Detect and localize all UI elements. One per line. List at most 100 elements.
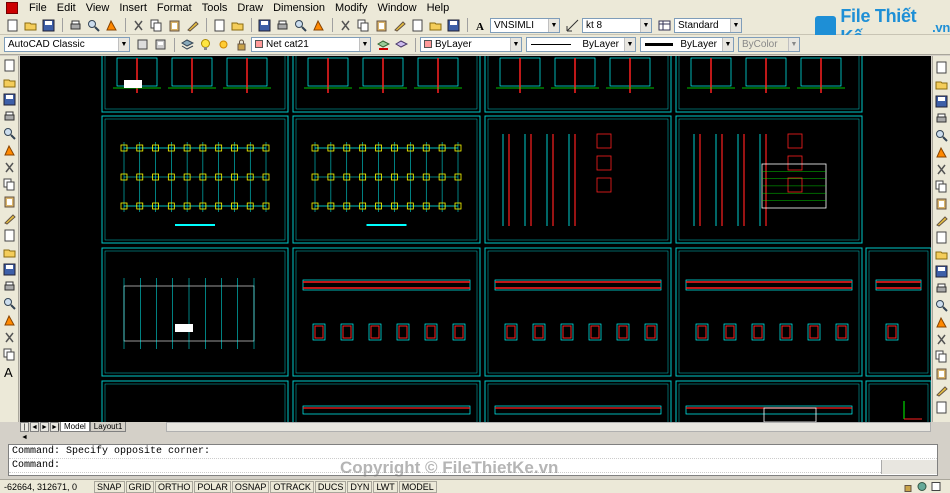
zoom-realtime-icon[interactable] bbox=[274, 18, 290, 33]
menu-draw[interactable]: Draw bbox=[232, 0, 268, 16]
point-icon[interactable] bbox=[1, 279, 17, 294]
lineweight-control-select[interactable]: ByLayer ▼ bbox=[640, 37, 734, 52]
offset-icon[interactable] bbox=[934, 111, 950, 126]
move-icon[interactable] bbox=[934, 145, 950, 160]
mirror-icon[interactable] bbox=[934, 94, 950, 109]
chevron-down-icon[interactable]: ▼ bbox=[118, 38, 129, 51]
menu-modify[interactable]: Modify bbox=[330, 0, 372, 16]
rotate-icon[interactable] bbox=[934, 162, 950, 177]
status-toggle-grid[interactable]: GRID bbox=[125, 480, 155, 493]
fillet-icon[interactable] bbox=[934, 315, 950, 330]
clean-screen-icon[interactable] bbox=[930, 481, 942, 493]
horizontal-scrollbar[interactable] bbox=[166, 422, 931, 432]
trim-icon[interactable] bbox=[934, 213, 950, 228]
tab-last-icon[interactable]: ►| bbox=[50, 422, 60, 432]
layer-previous-icon[interactable] bbox=[393, 37, 409, 52]
status-toggle-ducs[interactable]: DUCS bbox=[314, 480, 347, 493]
workspace-select[interactable]: AutoCAD Classic ▼ bbox=[4, 37, 130, 52]
status-toggle-otrack[interactable]: OTRACK bbox=[270, 480, 314, 493]
menu-insert[interactable]: Insert bbox=[114, 0, 152, 16]
text-style-icon[interactable]: A bbox=[472, 18, 488, 33]
tab-prev-icon[interactable]: ◄ bbox=[30, 422, 39, 432]
circle-icon[interactable] bbox=[1, 160, 17, 175]
polygon-icon[interactable] bbox=[1, 109, 17, 124]
undo-icon[interactable] bbox=[211, 18, 227, 33]
chamfer-icon[interactable] bbox=[934, 298, 950, 313]
copy-object-icon[interactable] bbox=[934, 77, 950, 92]
color-control-select[interactable]: ByLayer ▼ bbox=[420, 37, 522, 52]
erase-icon[interactable] bbox=[934, 60, 950, 75]
menu-view[interactable]: View bbox=[81, 0, 115, 16]
ellipse-arc-icon[interactable] bbox=[1, 228, 17, 243]
status-toggle-lwt[interactable]: LWT bbox=[373, 480, 398, 493]
construction-line-icon[interactable] bbox=[1, 75, 17, 90]
workspace-save-icon[interactable] bbox=[152, 37, 168, 52]
join-icon[interactable] bbox=[934, 281, 950, 296]
array-icon[interactable] bbox=[934, 128, 950, 143]
layer-on-bulb-icon[interactable] bbox=[197, 37, 213, 52]
match-icon[interactable] bbox=[184, 18, 200, 33]
polyline-icon[interactable] bbox=[1, 92, 17, 107]
layer-manager-icon[interactable] bbox=[179, 37, 195, 52]
chevron-down-icon[interactable]: ▼ bbox=[359, 38, 370, 51]
break-icon[interactable] bbox=[934, 264, 950, 279]
design-center-icon[interactable] bbox=[355, 18, 371, 33]
layer-lock-icon[interactable] bbox=[233, 37, 249, 52]
status-toggle-osnap[interactable]: OSNAP bbox=[231, 480, 270, 493]
chevron-down-icon[interactable]: ▼ bbox=[730, 18, 741, 32]
extend-icon[interactable] bbox=[934, 230, 950, 245]
menu-dimension[interactable]: Dimension bbox=[268, 0, 330, 16]
tab-model[interactable]: Model bbox=[60, 422, 90, 432]
table-icon[interactable] bbox=[1, 347, 17, 362]
menu-tools[interactable]: Tools bbox=[197, 0, 233, 16]
layer-select[interactable]: Net cat21 ▼ bbox=[251, 37, 371, 52]
print-icon[interactable] bbox=[67, 18, 83, 33]
chevron-down-icon[interactable]: ▼ bbox=[548, 18, 559, 32]
workspace-settings-icon[interactable] bbox=[134, 37, 150, 52]
command-scrollbar[interactable] bbox=[881, 460, 937, 474]
spline-icon[interactable] bbox=[1, 194, 17, 209]
chevron-down-icon[interactable]: ▼ bbox=[624, 38, 635, 51]
stretch-icon[interactable] bbox=[934, 196, 950, 211]
revision-cloud-icon[interactable] bbox=[1, 177, 17, 192]
zoom-previous-icon[interactable] bbox=[310, 18, 326, 33]
tab-first-icon[interactable]: |◄ bbox=[20, 422, 29, 441]
bring-above-icon[interactable] bbox=[934, 383, 950, 398]
make-block-icon[interactable] bbox=[1, 262, 17, 277]
table-style-icon[interactable] bbox=[656, 18, 672, 33]
hatch-icon[interactable] bbox=[1, 296, 17, 311]
status-toggle-polar[interactable]: POLAR bbox=[194, 480, 231, 493]
table-style-select[interactable]: Standard ▼ bbox=[674, 17, 742, 33]
lock-toolbar-icon[interactable] bbox=[902, 481, 914, 493]
explode-icon[interactable] bbox=[934, 332, 950, 347]
status-toggle-dyn[interactable]: DYN bbox=[347, 480, 373, 493]
region-icon[interactable] bbox=[1, 330, 17, 345]
menu-help[interactable]: Help bbox=[422, 0, 455, 16]
cut-icon[interactable] bbox=[130, 18, 146, 33]
copy-icon[interactable] bbox=[148, 18, 164, 33]
dimension-style-icon[interactable] bbox=[564, 18, 580, 33]
menu-window[interactable]: Window bbox=[372, 0, 421, 16]
menu-file[interactable]: File bbox=[24, 0, 52, 16]
linetype-control-select[interactable]: ByLayer ▼ bbox=[526, 37, 636, 52]
chevron-down-icon[interactable]: ▼ bbox=[722, 38, 733, 51]
chevron-down-icon[interactable]: ▼ bbox=[510, 38, 521, 51]
make-layer-current-icon[interactable] bbox=[375, 37, 391, 52]
markup-icon[interactable] bbox=[409, 18, 425, 33]
open-icon[interactable] bbox=[22, 18, 38, 33]
zoom-window-icon[interactable] bbox=[292, 18, 308, 33]
communication-center-icon[interactable] bbox=[916, 481, 928, 493]
preview-icon[interactable] bbox=[85, 18, 101, 33]
rectangle-icon[interactable] bbox=[1, 126, 17, 141]
tab-layout1[interactable]: Layout1 bbox=[89, 422, 127, 432]
text-style-select[interactable]: VNSIMLI ▼ bbox=[490, 17, 560, 33]
properties-icon[interactable] bbox=[337, 18, 353, 33]
insert-block-icon[interactable] bbox=[1, 245, 17, 260]
chevron-down-icon[interactable]: ▼ bbox=[640, 18, 651, 32]
status-toggle-ortho[interactable]: ORTHO bbox=[155, 480, 194, 493]
line-icon[interactable] bbox=[1, 58, 17, 73]
send-under-icon[interactable] bbox=[934, 400, 950, 415]
new-icon[interactable] bbox=[4, 18, 20, 33]
help-icon[interactable] bbox=[445, 18, 461, 33]
multiline-text-icon[interactable]: A bbox=[1, 364, 17, 379]
